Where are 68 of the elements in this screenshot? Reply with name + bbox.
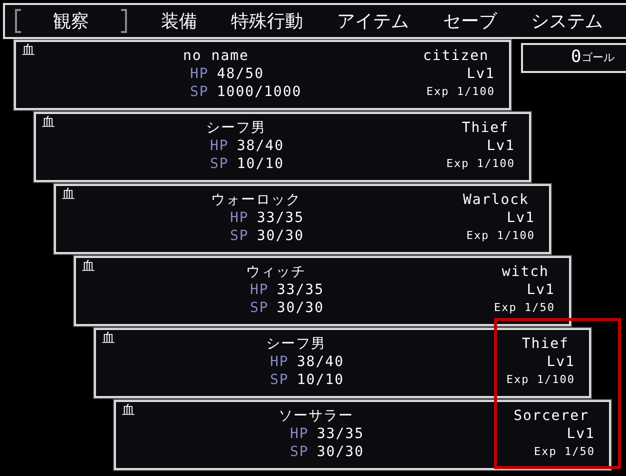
class-name: citizen	[422, 47, 490, 65]
class-name: Thief	[462, 119, 510, 137]
menu-tab[interactable]: アイテム	[337, 9, 409, 33]
character-card[interactable]: 血 シーフ男 HP 38/40 SP 10/10 Thief Lv1 Exp 1/100	[34, 112, 531, 182]
sp-label: SP	[250, 299, 269, 317]
exp-text: Exp 1/100	[466, 228, 535, 244]
sp-value: 10/10	[236, 155, 284, 173]
status-mark: 血	[42, 115, 55, 131]
hp-label: HP	[190, 65, 209, 83]
status-mark: 血	[82, 259, 95, 275]
sp-value: 10/10	[296, 371, 344, 389]
character-name: ウィッチ	[246, 263, 306, 281]
character-card[interactable]: 血 ウォーロック HP 33/35 SP 30/30 Warlock Lv1 Exp 1/100	[54, 184, 551, 254]
character-card[interactable]: 血 ソーサラー HP 33/35 SP 30/30 Sorcerer Lv1 Exp 1/50	[114, 400, 611, 470]
level-text: Lv1	[486, 137, 515, 155]
class-name: Sorcerer	[514, 407, 590, 425]
character-name: ソーサラー	[278, 407, 354, 425]
hp-value: 33/35	[276, 281, 324, 299]
sp-value: 1000/1000	[216, 83, 302, 101]
hp-value: 33/35	[256, 209, 304, 227]
hp-label: HP	[210, 137, 229, 155]
level-text: Lv1	[546, 353, 575, 371]
character-name: シーフ男	[266, 335, 326, 353]
sp-label: SP	[290, 443, 309, 461]
exp-text: Exp 1/100	[506, 372, 575, 388]
character-card[interactable]: 血 ウィッチ HP 33/35 SP 30/30 witch Lv1 Exp 1/50	[74, 256, 571, 326]
character-card[interactable]: 血 no name HP 48/50 SP 1000/1000 citizen Lv1 Exp 1/100	[14, 40, 511, 110]
exp-text: Exp 1/100	[446, 156, 515, 172]
sp-label: SP	[270, 371, 289, 389]
status-mark: 血	[122, 403, 135, 419]
class-name: Warlock	[462, 191, 530, 209]
status-mark: 血	[62, 187, 75, 203]
sp-value: 30/30	[276, 299, 324, 317]
menu-tab[interactable]: 特殊行動	[231, 9, 303, 33]
exp-text: Exp 1/50	[494, 300, 555, 316]
sp-label: SP	[230, 227, 249, 245]
sp-value: 30/30	[256, 227, 304, 245]
sp-label: SP	[210, 155, 229, 173]
character-name: シーフ男	[206, 119, 266, 137]
exp-text: Exp 1/100	[426, 84, 495, 100]
hp-label: HP	[290, 425, 309, 443]
hp-value: 38/40	[236, 137, 284, 155]
level-text: Lv1	[566, 425, 595, 443]
level-text: Lv1	[466, 65, 495, 83]
menu-tab[interactable]: 観察	[15, 9, 127, 33]
sp-label: SP	[190, 83, 209, 101]
hp-value: 33/35	[316, 425, 364, 443]
sp-value: 30/30	[316, 443, 364, 461]
hp-label: HP	[250, 281, 269, 299]
currency-unit: ゴール	[581, 50, 614, 66]
character-name: no name	[182, 47, 249, 65]
menu-tab[interactable]: セーブ	[443, 9, 497, 33]
status-mark: 血	[22, 43, 35, 59]
character-name: ウォーロック	[211, 191, 301, 209]
hp-label: HP	[230, 209, 249, 227]
menu-tab[interactable]: システム	[531, 9, 603, 33]
status-mark: 血	[102, 331, 115, 347]
level-text: Lv1	[526, 281, 555, 299]
hp-label: HP	[270, 353, 289, 371]
menu-tab[interactable]: 装備	[161, 9, 197, 33]
class-name: witch	[502, 263, 550, 281]
level-text: Lv1	[506, 209, 535, 227]
character-card[interactable]: 血 シーフ男 HP 38/40 SP 10/10 Thief Lv1 Exp 1/100	[94, 328, 591, 398]
money-amount: 0	[571, 46, 582, 70]
hp-value: 48/50	[216, 65, 264, 83]
class-name: Thief	[522, 335, 570, 353]
exp-text: Exp 1/50	[534, 444, 595, 460]
hp-value: 38/40	[296, 353, 344, 371]
